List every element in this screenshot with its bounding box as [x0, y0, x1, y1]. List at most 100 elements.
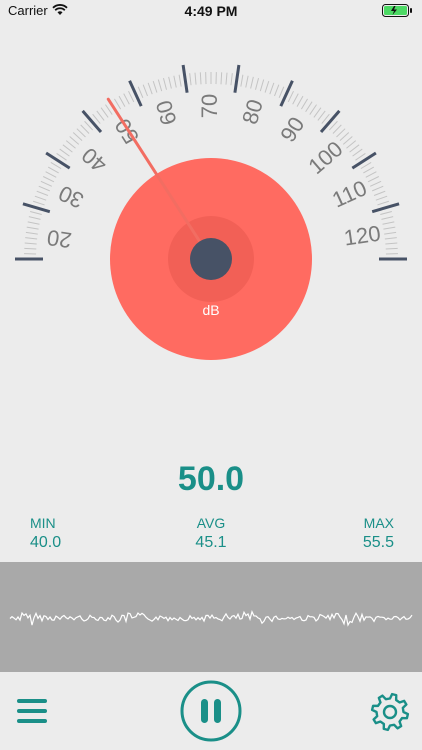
minor-tick — [24, 247, 37, 250]
minor-tick — [128, 90, 135, 103]
minor-tick — [168, 76, 172, 89]
minor-tick — [349, 144, 360, 153]
minor-tick — [380, 210, 392, 215]
minor-tick — [162, 78, 167, 90]
major-tick — [351, 151, 377, 170]
minor-tick — [375, 195, 388, 201]
minor-tick — [173, 75, 177, 88]
minor-tick — [278, 86, 285, 98]
scale-label: 60 — [151, 97, 182, 128]
minor-tick — [100, 107, 109, 118]
minor-tick — [30, 210, 42, 215]
minor-tick — [269, 82, 275, 95]
minor-tick — [25, 231, 38, 235]
minor-tick — [118, 95, 126, 107]
minor-tick — [42, 176, 55, 183]
scale-label: 50 — [110, 114, 144, 148]
minor-tick — [240, 74, 244, 87]
major-tick — [128, 80, 143, 107]
minor-tick — [47, 166, 59, 174]
stat-avg: AVG 45.1 — [0, 515, 422, 552]
stat-max-label: MAX — [363, 515, 394, 531]
minor-tick — [339, 132, 350, 142]
minor-tick — [342, 136, 353, 145]
minor-tick — [65, 140, 76, 149]
minor-tick — [189, 73, 192, 86]
minor-tick — [26, 226, 39, 230]
scale-label: 20 — [45, 225, 73, 253]
gear-icon[interactable] — [368, 690, 412, 734]
minor-tick — [385, 242, 398, 245]
minor-tick — [62, 144, 73, 153]
minor-tick — [369, 180, 382, 187]
minor-tick — [80, 124, 90, 134]
scale-label: 110 — [328, 175, 370, 212]
major-tick — [279, 80, 294, 107]
minor-tick — [40, 180, 53, 187]
scale-label: 100 — [303, 136, 347, 179]
stat-max-value: 55.5 — [362, 534, 394, 551]
minor-tick — [381, 216, 394, 220]
minor-tick — [38, 185, 50, 192]
minor-tick — [28, 216, 41, 220]
minor-tick — [296, 95, 304, 107]
minor-tick — [157, 79, 163, 92]
minor-tick — [142, 84, 148, 97]
stat-avg-value: 45.1 — [195, 534, 227, 551]
minor-tick — [32, 200, 45, 206]
minor-tick — [245, 75, 249, 88]
minor-tick — [45, 171, 57, 178]
minor-tick — [27, 221, 40, 225]
minor-tick — [336, 128, 346, 138]
minor-tick — [309, 104, 317, 115]
gauge-hub — [190, 238, 232, 280]
minor-tick — [25, 237, 38, 240]
minor-tick — [317, 110, 326, 121]
major-tick — [371, 202, 400, 214]
minor-tick — [59, 148, 70, 157]
major-tick — [233, 64, 241, 93]
minor-tick — [332, 124, 342, 134]
minor-tick — [24, 242, 37, 245]
unit-label: dB — [202, 302, 220, 318]
minor-tick — [152, 80, 158, 93]
minor-tick — [363, 166, 375, 174]
major-tick — [22, 202, 51, 214]
minor-tick — [250, 76, 254, 89]
minor-tick — [287, 90, 294, 103]
minor-tick — [384, 237, 397, 240]
minor-tick — [274, 84, 280, 97]
stat-avg-label: AVG — [196, 515, 226, 531]
waveform-panel — [0, 562, 422, 672]
sound-level-gauge: 20 30405060 70 8090100110 120 — [15, 64, 407, 360]
minor-tick — [384, 231, 397, 235]
minor-tick — [367, 176, 380, 183]
minor-tick — [305, 101, 313, 113]
scale-label: 80 — [237, 96, 268, 127]
minor-tick — [230, 73, 233, 86]
scale-label: 90 — [275, 112, 309, 146]
minor-tick — [225, 72, 228, 85]
minor-tick — [137, 86, 144, 98]
minor-tick — [69, 136, 80, 145]
stat-max: MAX 55.5 — [363, 515, 394, 552]
hamburger-menu-icon[interactable] — [15, 694, 49, 728]
minor-tick — [383, 226, 396, 230]
minor-tick — [264, 80, 270, 93]
major-tick — [45, 151, 71, 170]
current-reading: 50.0 — [177, 460, 245, 498]
minor-tick — [372, 185, 384, 192]
bottom-toolbar — [0, 672, 422, 750]
minor-tick — [292, 93, 299, 105]
scale-label: 120 — [342, 221, 382, 251]
minor-tick — [199, 72, 202, 85]
minor-tick — [300, 98, 308, 110]
minor-tick — [377, 200, 390, 206]
minor-tick — [123, 93, 130, 105]
minor-tick — [352, 148, 363, 157]
pause-button[interactable] — [180, 680, 242, 742]
scale-label: 70 — [197, 94, 222, 118]
minor-tick — [72, 132, 83, 142]
waveform-line — [9, 609, 413, 627]
minor-tick — [346, 140, 357, 149]
